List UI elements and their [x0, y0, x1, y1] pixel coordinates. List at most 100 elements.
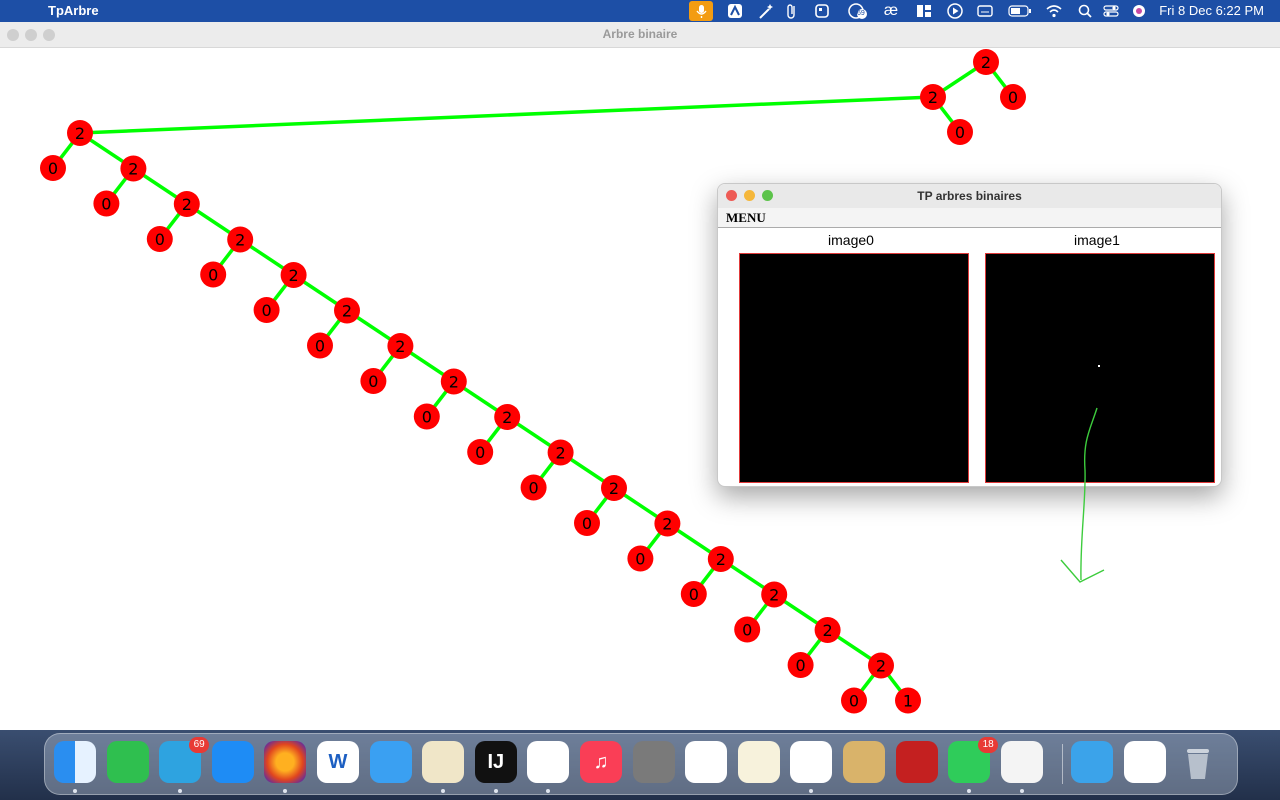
trash-bin-shape	[1186, 749, 1209, 779]
dock-brave-icon[interactable]	[790, 741, 833, 783]
tree-node: 2	[761, 581, 788, 608]
active-app-name[interactable]: TpArbre	[48, 3, 99, 18]
main-window-title: Arbre binaire	[602, 27, 678, 41]
dock-intellij-icon[interactable]: IJ	[474, 741, 517, 783]
tree-node-label: 2	[928, 88, 938, 107]
tree-leaf: 0	[627, 545, 654, 572]
image0-label: image0	[828, 232, 874, 248]
tree-node-label: 2	[823, 621, 833, 640]
dock-downloads-folder-icon[interactable]	[1071, 741, 1114, 783]
tree-node-label: 2	[289, 266, 299, 285]
dock-facetime-icon[interactable]	[106, 741, 149, 783]
dock-music-icon[interactable]: ♫	[580, 741, 622, 783]
dock-system-settings-icon[interactable]	[632, 741, 675, 783]
tree-node-label: 2	[182, 195, 192, 214]
tree-leaf: 1	[895, 687, 921, 714]
dock-notes-icon[interactable]	[737, 741, 780, 783]
white-dot	[1098, 365, 1100, 367]
dock-trash-icon[interactable]	[1177, 741, 1219, 783]
play-icon[interactable]	[946, 2, 964, 20]
menu-button[interactable]: MENU	[726, 210, 766, 226]
search-icon[interactable]	[1076, 2, 1094, 20]
tree-node-label: 2	[235, 231, 245, 250]
image0-panel[interactable]	[739, 253, 969, 483]
tp-window: TP arbres binaires MENU image0 image1	[717, 183, 1222, 487]
tree-node-label: 2	[769, 586, 779, 605]
tree-leaf-label: 0	[582, 514, 592, 533]
image1-panel[interactable]	[985, 253, 1215, 483]
dock-word-icon[interactable]: W	[317, 741, 359, 783]
layout-icon[interactable]	[915, 2, 933, 20]
tp-window-title: TP arbres binaires	[917, 189, 1022, 203]
clock[interactable]: Fri 8 Dec 6:22 PM	[1159, 3, 1264, 18]
tree-node: 2	[547, 439, 574, 466]
tree-leaf: 0	[574, 510, 600, 536]
dock-vscode-icon[interactable]	[527, 741, 570, 783]
dock-document-preview-icon[interactable]	[1124, 741, 1166, 783]
tree-node-label: 2	[662, 515, 672, 534]
keyboard-icon[interactable]	[976, 2, 994, 20]
dock-photos-icon[interactable]	[685, 741, 728, 783]
tree-leaf-label: 0	[955, 123, 965, 142]
running-indicator	[967, 789, 972, 793]
ae-icon[interactable]: æ	[882, 2, 900, 20]
tree-leaf-label: 0	[155, 230, 165, 249]
tree-leaf: 0	[520, 474, 547, 501]
dock-music-label: ♫	[593, 751, 609, 773]
tp-window-titlebar[interactable]: TP arbres binaires	[718, 184, 1221, 208]
tree-leaf-label: 0	[742, 621, 752, 640]
paperclip-icon[interactable]	[783, 2, 801, 20]
tree-node: 2	[227, 226, 254, 253]
tree-edge	[79, 95, 934, 135]
dock-telegram-icon[interactable]: 69	[159, 737, 210, 783]
running-indicator	[1019, 789, 1024, 793]
tree-node-label: 2	[395, 337, 405, 356]
artboard-icon[interactable]	[726, 2, 744, 20]
tree-leaf: 0	[40, 155, 66, 181]
square-app-icon[interactable]	[813, 2, 831, 20]
wifi-icon[interactable]	[1045, 2, 1063, 20]
dock-archive-utility-icon[interactable]	[843, 741, 885, 783]
dock-python-launcher-icon[interactable]	[422, 741, 465, 783]
tree-node: 2	[387, 333, 414, 359]
dock-telegram-badge: 69	[189, 737, 210, 753]
tree-node: 2	[173, 191, 200, 217]
magic-wand-icon[interactable]	[757, 2, 775, 20]
siri-icon[interactable]	[1130, 2, 1148, 20]
notification-badge-icon[interactable]: 69	[848, 2, 870, 20]
tree-leaf: 0	[841, 687, 867, 714]
main-window-titlebar[interactable]: Arbre binaire	[0, 22, 1280, 48]
dock-acrobat-icon[interactable]	[895, 741, 938, 783]
dock-firefox-icon[interactable]	[264, 741, 307, 783]
tree-leaf: 0	[360, 368, 387, 394]
dock-app-store-icon[interactable]	[211, 741, 254, 783]
tree-leaf: 0	[1000, 84, 1026, 110]
dock-java-icon[interactable]	[1000, 741, 1043, 783]
tree-leaf-label: 0	[48, 159, 58, 178]
control-center-icon[interactable]	[1102, 2, 1120, 20]
tree-leaf-label: 0	[368, 372, 378, 391]
tree-leaf: 0	[146, 226, 173, 252]
tree-node-label: 2	[449, 373, 459, 392]
dictation-icon[interactable]	[689, 1, 713, 21]
dock-whatsapp-icon[interactable]: 18	[948, 737, 999, 783]
tp-menubar: MENU	[718, 208, 1221, 228]
tree-node-label: 2	[876, 657, 886, 676]
tree-node-label: 2	[342, 302, 352, 321]
tree-node-label: 2	[981, 53, 991, 72]
tree-leaf-label: 1	[903, 692, 913, 711]
tree-leaf-label: 0	[315, 337, 325, 356]
tree-node: 2	[120, 155, 147, 182]
tree-leaf-label: 0	[689, 585, 699, 604]
tree-node: 2	[334, 297, 360, 324]
running-indicator	[809, 789, 814, 793]
running-indicator	[546, 789, 551, 793]
tree-leaf-label: 0	[101, 195, 111, 214]
tree-node-label: 2	[128, 160, 138, 179]
dock-finder-icon[interactable]	[54, 741, 96, 783]
tree-leaf-label: 0	[475, 443, 485, 462]
dock-separator	[1062, 744, 1063, 784]
tree-node: 2	[280, 262, 307, 288]
battery-icon[interactable]	[1008, 2, 1032, 20]
dock-mail-icon[interactable]	[369, 741, 412, 783]
